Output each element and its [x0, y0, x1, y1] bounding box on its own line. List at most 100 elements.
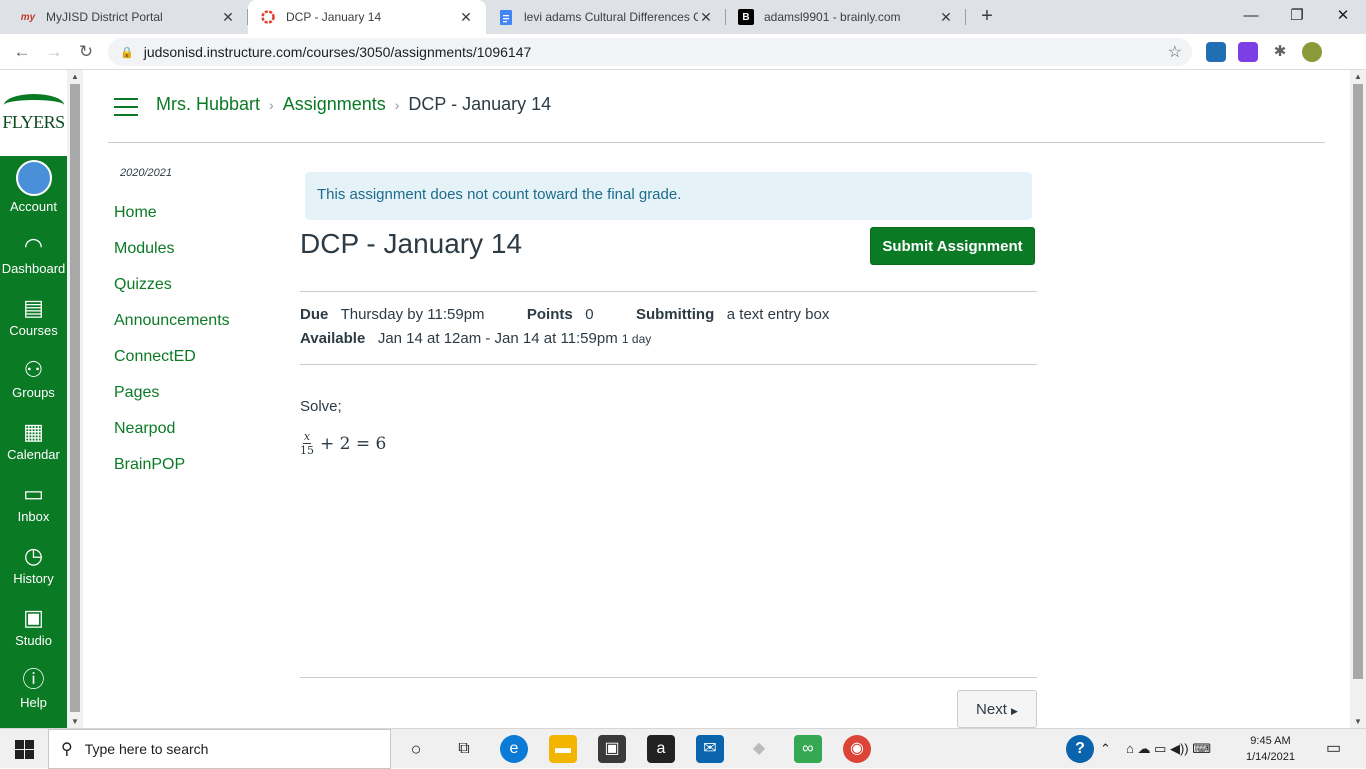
lock-icon: 🔒 [120, 46, 134, 59]
reload-icon[interactable]: ↻ [74, 40, 98, 64]
scroll-down-arrow-icon[interactable]: ▼ [71, 717, 79, 726]
scroll-down-arrow-icon[interactable]: ▼ [1354, 717, 1362, 726]
store-icon[interactable]: ▣ [598, 735, 626, 763]
nav-inbox[interactable]: ▭ Inbox [0, 468, 67, 530]
history-clock-icon: ◷ [23, 543, 44, 568]
canvas-favicon-icon [260, 9, 276, 25]
edge-icon[interactable]: e [500, 735, 528, 763]
system-tray-icons[interactable]: ⌂ ☁ ▭ ◀)) ⌨ [1126, 729, 1211, 769]
points-label: Points [526, 306, 573, 323]
nav-groups[interactable]: ⚇ Groups [0, 344, 67, 406]
course-nav-brainpop[interactable]: BrainPOP [114, 456, 185, 474]
breadcrumb: Mrs. Hubbart › Assignments › DCP - Janua… [156, 94, 551, 115]
chrome-icon[interactable]: ◉ [843, 735, 871, 763]
points-value: 0 [585, 306, 594, 323]
clock-time: 9:45 AM [1250, 735, 1291, 747]
windows-taskbar: ⚲ Type here to search ○ ⧉ e ▬ ▣ a ✉ ◆ ∞ … [0, 728, 1366, 769]
scroll-up-arrow-icon[interactable]: ▲ [71, 72, 79, 81]
restore-button[interactable]: ❐ [1274, 0, 1320, 34]
close-tab-icon[interactable]: ✕ [458, 9, 474, 26]
scrollbar-thumb[interactable] [1353, 84, 1363, 679]
course-nav-announcements[interactable]: Announcements [114, 312, 230, 330]
nav-label: Inbox [17, 509, 50, 524]
studio-screen-icon: ▣ [23, 605, 44, 630]
nav-help[interactable]: ⓘ Help [0, 654, 67, 716]
close-tab-icon[interactable]: ✕ [698, 9, 714, 26]
nav-history[interactable]: ◷ History [0, 530, 67, 592]
submitting-label: Submitting [635, 306, 715, 323]
brainly-favicon-icon: B [738, 9, 754, 25]
tab-docs[interactable]: levi adams Cultural Differences C ✕ [486, 0, 726, 34]
bookmark-star-icon[interactable]: ☆ [1168, 42, 1182, 62]
extension-icon[interactable] [1238, 42, 1258, 62]
search-icon: ⚲ [61, 741, 73, 758]
next-label: Next [976, 700, 1007, 718]
nav-dashboard[interactable]: ◠ Dashboard [0, 220, 67, 282]
tab-title: levi adams Cultural Differences C [524, 10, 698, 24]
clock-date: 1/14/2021 [1246, 751, 1295, 763]
new-tab-button[interactable]: + [975, 6, 999, 28]
course-menu-toggle[interactable] [114, 98, 138, 116]
due-label: Due [300, 306, 329, 323]
puzzle-extensions-icon[interactable]: ✱ [1270, 42, 1290, 62]
calendar-icon: ▦ [23, 419, 44, 444]
back-arrow-icon[interactable]: ← [10, 40, 34, 64]
nav-account[interactable]: Account [0, 158, 67, 220]
next-button[interactable]: Next ▶ [957, 690, 1037, 728]
nav-calendar[interactable]: ▦ Calendar [0, 406, 67, 468]
course-nav-connected[interactable]: ConnectED [114, 348, 196, 366]
mail-icon[interactable]: ✉ [696, 735, 724, 763]
course-nav-pages[interactable]: Pages [114, 384, 159, 402]
minimize-button[interactable]: — [1228, 0, 1274, 34]
address-bar[interactable]: 🔒 judsonisd.instructure.com/courses/3050… [108, 38, 1192, 66]
breadcrumb-course-link[interactable]: Mrs. Hubbart [156, 94, 260, 115]
nav-label: History [13, 571, 54, 586]
logo-text: FLYERS [2, 111, 65, 132]
assignment-instructions: Solve; [300, 398, 342, 415]
file-explorer-icon[interactable]: ▬ [549, 735, 577, 763]
page-scrollbar[interactable]: ▲ ▼ [1350, 70, 1366, 728]
chevron-up-icon[interactable]: ⌃ [1100, 729, 1111, 769]
scrollbar-thumb[interactable] [70, 84, 80, 712]
nav-label: Dashboard [1, 261, 66, 276]
nav-courses[interactable]: ▤ Courses [0, 282, 67, 344]
close-tab-icon[interactable]: ✕ [220, 9, 236, 26]
profile-avatar[interactable] [1302, 42, 1322, 62]
task-view-icon[interactable]: ⧉ [450, 735, 478, 763]
nav-scrollbar[interactable]: ▲ ▼ [67, 70, 83, 728]
nav-studio[interactable]: ▣ Studio [0, 592, 67, 654]
course-nav-quizzes[interactable]: Quizzes [114, 276, 172, 294]
notifications-icon[interactable]: ▭ [1326, 729, 1341, 769]
course-nav-nearpod[interactable]: Nearpod [114, 420, 175, 438]
groups-people-icon: ⚇ [23, 357, 44, 382]
dropbox-icon[interactable]: ◆ [745, 735, 773, 763]
course-nav-modules[interactable]: Modules [114, 240, 174, 258]
cortana-icon[interactable]: ○ [402, 735, 430, 763]
help-question-icon[interactable]: ? [1066, 735, 1094, 763]
school-logo[interactable]: FLYERS [0, 70, 67, 156]
grade-alert: This assignment does not count toward th… [305, 172, 1032, 220]
tripadvisor-icon[interactable]: ∞ [794, 735, 822, 763]
forward-arrow-icon[interactable]: → [42, 40, 66, 64]
amazon-icon[interactable]: a [647, 735, 675, 763]
submit-assignment-button[interactable]: Submit Assignment [870, 227, 1035, 265]
chevron-right-icon: › [269, 96, 274, 113]
extension-icon[interactable] [1206, 42, 1226, 62]
caret-right-icon: ▶ [1011, 705, 1018, 716]
tab-title: adamsl9901 - brainly.com [764, 10, 901, 24]
breadcrumb-assignments-link[interactable]: Assignments [283, 94, 386, 115]
tab-assignment[interactable]: DCP - January 14 ✕ [248, 0, 486, 34]
tab-portal[interactable]: my MyJISD District Portal ✕ [8, 0, 248, 34]
taskbar-clock[interactable]: 9:45 AM 1/14/2021 [1246, 733, 1295, 765]
taskbar-search-input[interactable]: ⚲ Type here to search [48, 729, 391, 769]
browser-tab-strip: my MyJISD District Portal ✕ DCP - Januar… [0, 0, 1366, 34]
close-tab-icon[interactable]: ✕ [938, 9, 954, 26]
scroll-up-arrow-icon[interactable]: ▲ [1354, 72, 1362, 81]
course-nav-home[interactable]: Home [114, 204, 157, 222]
tab-brainly[interactable]: B adamsl9901 - brainly.com ✕ [726, 0, 966, 34]
help-question-icon: ⓘ [22, 667, 45, 692]
close-window-button[interactable]: ✕ [1320, 0, 1366, 34]
windows-start-icon[interactable] [0, 729, 48, 769]
due-value: Thursday by 11:59pm [340, 306, 485, 323]
nav-label: Calendar [7, 447, 60, 462]
